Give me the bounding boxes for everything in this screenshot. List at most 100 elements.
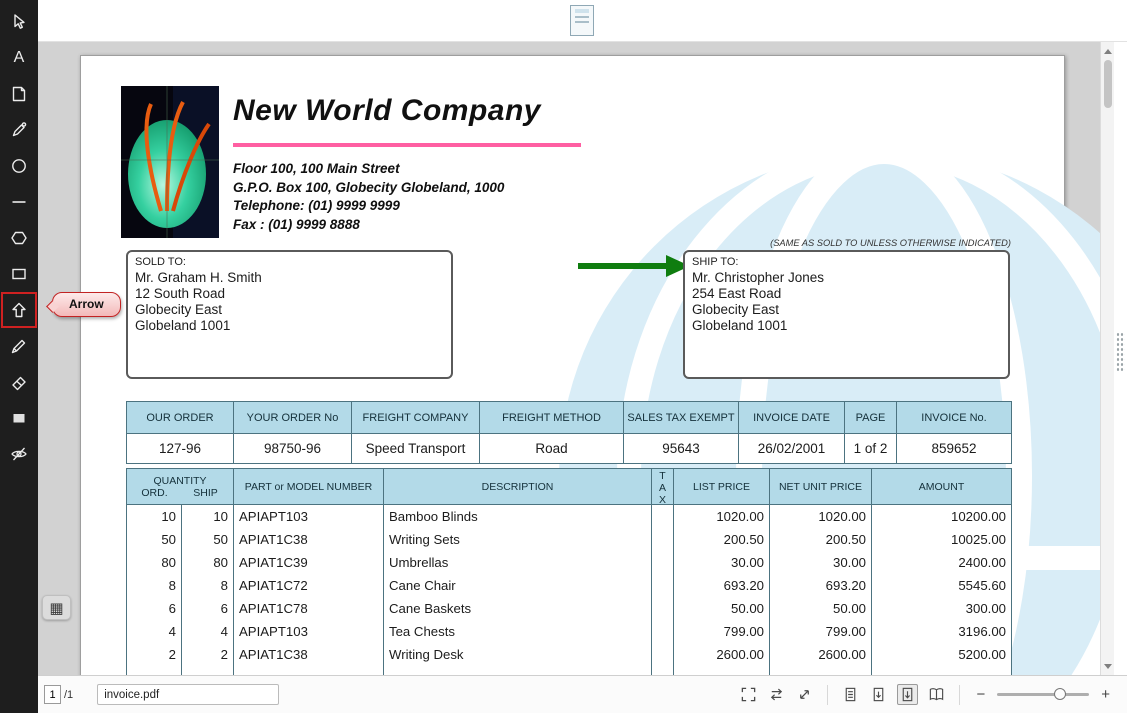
address-line: Floor 100, 100 Main Street — [233, 161, 400, 176]
note-tool-button[interactable] — [1, 76, 37, 112]
single-page-icon — [846, 687, 856, 702]
eraser-tool-button[interactable] — [1, 364, 37, 400]
filename-input[interactable] — [97, 684, 280, 705]
arrow-icon — [12, 302, 26, 318]
two-page-view-button[interactable] — [927, 685, 946, 704]
item-tax-cell — [651, 573, 674, 597]
diagonal-expand-icon — [800, 690, 810, 699]
page-count-label: /1 — [64, 688, 74, 701]
pencil-tool-button[interactable] — [1, 328, 37, 364]
item-ord-cell: 4 — [126, 619, 182, 643]
single-page-view-button[interactable] — [841, 685, 860, 704]
ship-to-label: SHIP TO: — [692, 256, 739, 268]
item-amount-cell: 300.00 — [871, 596, 1012, 620]
item-ship-cell: 80 — [181, 550, 234, 574]
net-unit-price-header-cell: NET UNIT PRICE — [769, 468, 872, 505]
ship-to-line: Mr. Christopher Jones — [692, 270, 825, 285]
eye-off-icon — [11, 447, 27, 461]
sold-to-box: SOLD TO: Mr. Graham H. Smith 12 South Ro… — [126, 250, 453, 379]
items-filler-row — [126, 665, 1012, 675]
fit-width-button[interactable] — [767, 685, 786, 704]
item-net-unit-cell: 2600.00 — [769, 642, 872, 666]
order-header-cell: FREIGHT METHOD — [479, 401, 624, 434]
text-tool-button[interactable]: A — [1, 40, 37, 76]
scrollbar-thumb[interactable] — [1104, 60, 1112, 108]
select-tool-button[interactable] — [1, 4, 37, 40]
item-tax-cell — [651, 619, 674, 643]
item-ship-cell: 50 — [181, 527, 234, 551]
item-description-cell: Tea Chests — [383, 619, 652, 643]
line-tool-button[interactable] — [1, 184, 37, 220]
document-viewport[interactable]: New World Company Floor 100, 100 Main St… — [38, 42, 1100, 675]
circle-icon — [12, 159, 26, 173]
expand-button[interactable] — [795, 685, 814, 704]
zoom-out-button[interactable]: − — [973, 686, 988, 703]
scroll-up-button[interactable] — [1101, 44, 1115, 58]
invoice-items-table: QUANTITY ORD. SHIP PART or MODEL NUMBER … — [126, 468, 1012, 675]
item-part-cell: APIAPT103 — [233, 504, 384, 528]
top-toolbar — [38, 0, 1127, 42]
bottom-toolbar: /1 − — [38, 675, 1127, 713]
vertical-scrollbar[interactable] — [1100, 42, 1114, 675]
panel-resize-gripper[interactable] — [1116, 332, 1125, 372]
pdf-annotator-app: A Arrow ▦ New World Company Floor 100, 1… — [0, 0, 1127, 713]
part-header-cell: PART or MODEL NUMBER — [233, 468, 384, 505]
order-header-row: OUR ORDER YOUR ORDER No FREIGHT COMPANY … — [126, 401, 1012, 434]
sold-to-line: 12 South Road — [135, 286, 226, 301]
ellipse-tool-button[interactable] — [1, 148, 37, 184]
arrow-tool-button[interactable] — [1, 292, 37, 328]
page-continuous-icon — [903, 687, 913, 702]
item-net-unit-cell: 799.00 — [769, 619, 872, 643]
item-ship-cell: 10 — [181, 504, 234, 528]
address-line: Telephone: (01) 9999 9999 — [233, 198, 400, 213]
rectangle-tool-button[interactable] — [1, 256, 37, 292]
order-header-cell: FREIGHT COMPANY — [351, 401, 480, 434]
continuous-view-button[interactable] — [897, 684, 919, 705]
pen-tool-button[interactable] — [1, 112, 37, 148]
order-header-cell: SALES TAX EXEMPT — [623, 401, 739, 434]
item-amount-cell: 5545.60 — [871, 573, 1012, 597]
order-value-cell: 98750-96 — [233, 433, 352, 464]
order-value-cell: 859652 — [896, 433, 1012, 464]
title-underline — [233, 143, 581, 147]
item-tax-cell — [651, 550, 674, 574]
green-arrow-annotation[interactable] — [578, 255, 692, 277]
polygon-tool-button[interactable] — [1, 220, 37, 256]
arrow-shaft — [578, 263, 668, 269]
item-list-price-cell: 693.20 — [673, 573, 770, 597]
scrolling-page-view-button[interactable] — [869, 685, 888, 704]
page-thumbnail-icon[interactable] — [570, 5, 594, 36]
zoom-slider-knob[interactable] — [1054, 688, 1067, 700]
filled-rectangle-tool-button[interactable] — [1, 400, 37, 436]
item-part-cell: APIAT1C39 — [233, 550, 384, 574]
item-amount-cell: 10025.00 — [871, 527, 1012, 551]
order-header-cell: OUR ORDER — [126, 401, 234, 434]
item-net-unit-cell: 50.00 — [769, 596, 872, 620]
item-ord-cell: 50 — [126, 527, 182, 551]
fit-page-button[interactable] — [739, 685, 758, 704]
item-ord-cell: 2 — [126, 642, 182, 666]
invoice-item-row: 6 6 APIAT1C78 Cane Baskets 50.00 50.00 3… — [126, 596, 1012, 620]
ship-to-line: Globecity East — [692, 302, 780, 317]
company-address: Floor 100, 100 Main Street G.P.O. Box 10… — [233, 160, 504, 234]
item-list-price-cell: 799.00 — [673, 619, 770, 643]
page-scroll-icon — [874, 687, 884, 702]
hide-annotations-tool-button[interactable] — [1, 436, 37, 472]
ship-to-line: 254 East Road — [692, 286, 782, 301]
triangle-down-icon — [1104, 663, 1112, 669]
item-description-cell: Cane Baskets — [383, 596, 652, 620]
horizontal-arrows-icon — [771, 688, 783, 701]
scroll-down-button[interactable] — [1101, 659, 1115, 673]
grid-toggle-button[interactable]: ▦ — [42, 595, 71, 620]
zoom-slider[interactable] — [997, 688, 1090, 700]
order-info-table: OUR ORDER YOUR ORDER No FREIGHT COMPANY … — [126, 401, 1012, 464]
book-icon — [930, 688, 944, 701]
ship-to-note: (SAME AS SOLD TO UNLESS OTHERWISE INDICA… — [770, 238, 1011, 248]
address-line: Fax : (01) 9999 8888 — [233, 216, 360, 232]
page-number-input[interactable] — [44, 685, 61, 704]
zoom-in-button[interactable]: + — [1098, 686, 1113, 703]
item-net-unit-cell: 693.20 — [769, 573, 872, 597]
item-part-cell: APIAT1C78 — [233, 596, 384, 620]
items-header-row: QUANTITY ORD. SHIP PART or MODEL NUMBER … — [126, 468, 1012, 506]
amount-header-cell: AMOUNT — [871, 468, 1012, 505]
